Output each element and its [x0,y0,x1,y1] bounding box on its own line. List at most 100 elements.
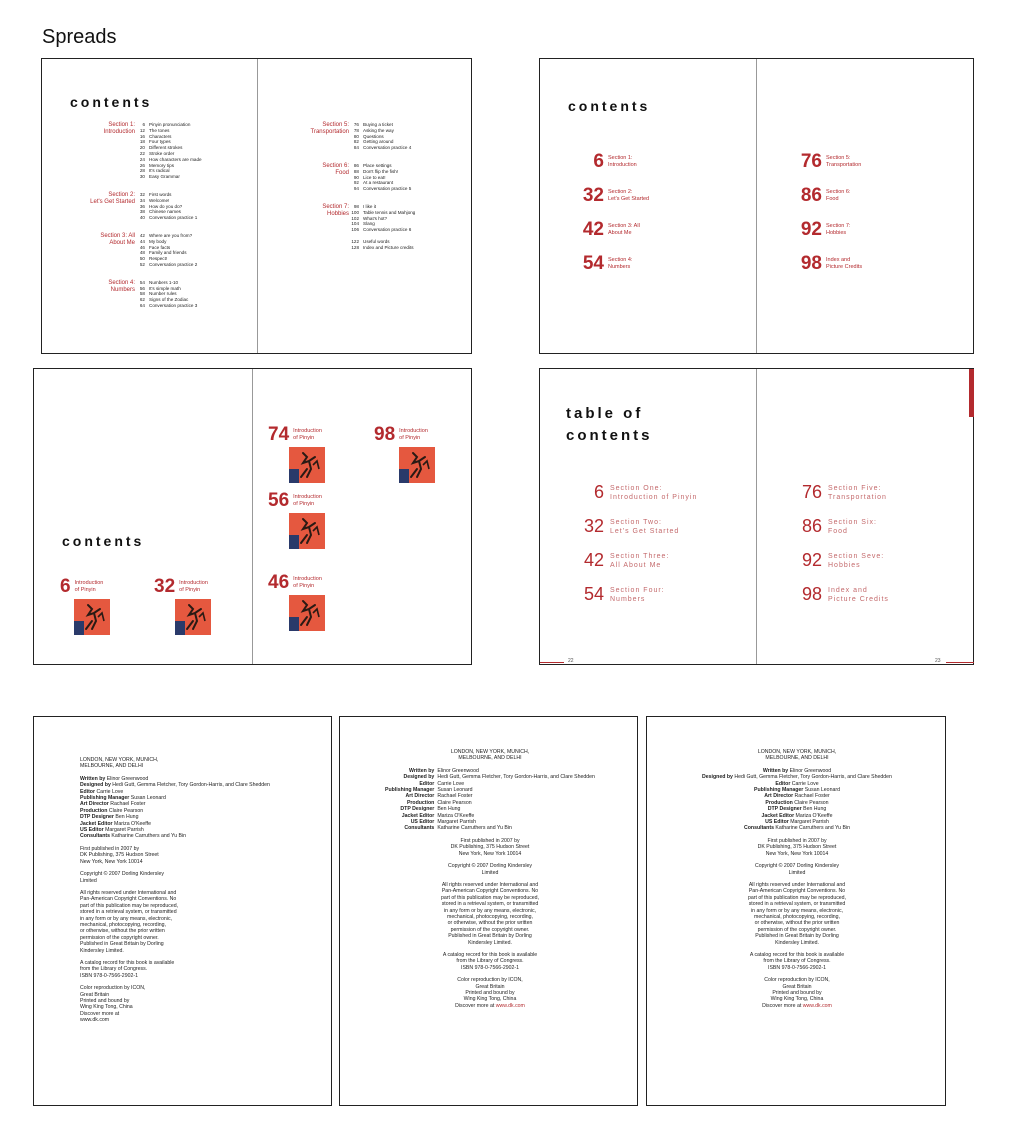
page-number: 74 [268,424,290,445]
section-rows: 32 First words 34 Welcome! 36 How do you do? 3… [132,192,197,221]
entry-title: Conversation practice 5 [363,186,412,192]
first-published: First published in 2007 by DK Publishing,… [380,838,600,857]
section-label: Section 6: Food [826,188,851,202]
page-number: 56 [268,490,290,511]
entry-title: What's hot? [363,215,388,221]
text-line: Kindersley Limited. [80,947,124,954]
credit-name: Claire Pearson [108,807,144,814]
contents-title: contents [70,94,153,110]
credit-name: Rachael Foster [794,793,830,800]
pinyin-thumbnail [289,447,325,483]
contents-row: 40 Conversation practice 1 [132,215,197,221]
contents-entry: 92 Section 7: Hobbies [780,219,851,240]
page-number: 32 [583,516,604,536]
discover-more: Discover more at www.dk.com [380,1003,600,1009]
first-published: First published in 2007 by DK Publishing,… [687,838,907,857]
imprint-text: LONDON, NEW YORK, MUNICH, MELBOURNE, AND … [80,757,300,1030]
contents-entry: 86 Section Six: Food [780,517,877,536]
credit-role: Art Director [80,801,111,808]
figure-illustration [300,600,320,626]
folio-rule-right [946,662,974,663]
section-label: Section Three: All About Me [610,552,670,569]
section-label: Section Six: Food [828,518,877,535]
credit-name: Carrie Love [96,788,124,795]
text-line: New York, New York 10014 [765,850,829,857]
credit-line: Consultants Katharine Carruthers and Yu … [687,825,907,831]
page-number: 46 [268,572,290,593]
credit-role: Production [80,807,109,814]
text-line: Limited [481,869,499,876]
figure-illustration [410,452,430,478]
section-name: Section 4: Numbers [108,279,135,293]
entry-title: Number rules [149,291,177,297]
entry-title: Lice to eat! [363,174,386,180]
contents-row: 84 Conversation practice 4 [346,145,411,151]
figure-illustration [85,604,105,630]
figure-illustration [300,452,320,478]
credit-name: Mariza O'Keeffe [114,820,151,827]
catalog-record: A catalog record for this book is availa… [380,952,600,971]
entry-title: How characters are made [149,156,202,162]
entry-title: Conversation practice 3 [149,302,198,308]
section-label: Section Two: Let's Get Started [610,518,680,535]
spread-gutter [257,59,258,353]
page-number: 92 [801,550,822,570]
entry-title: Slang [363,221,375,227]
spread-gutter [756,369,757,664]
discover-more: Discover more at www.dk.com [80,1011,300,1024]
contents-entry: 42 Section Three: All About Me [580,551,669,570]
pinyin-thumbnail [175,599,211,635]
credit-name: Susan Leonard [804,787,840,794]
credit-role: DTP Designer [767,806,804,813]
contents-entry: 46 Introduction of Pinyin [268,573,322,592]
entry-title: Pinyin pronunciation [149,122,191,127]
imprint-text: LONDON, NEW YORK, MUNICH, MELBOURNE, AND … [380,749,600,1015]
spread-4: table of contents 6 Section One: Introduc… [539,368,974,665]
entry-title: Asking the way [363,127,394,133]
credit-role: Production [765,799,795,806]
spread-1: contents Section 1: Introduction 6 Pinyin … [41,58,472,354]
imprint-text: LONDON, NEW YORK, MUNICH, MELBOURNE, AND … [687,749,907,1015]
page-number: 94 [353,186,359,192]
credit-role: Designed by [80,782,113,789]
credit-name: Katharine Carruthers and Yu Bin [775,825,850,832]
entry-title: Place settings [363,163,392,168]
section-label: Section 2: Let's Get Started [608,188,650,202]
folio-left: 22 [568,658,574,664]
credit-name: Carrie Love [791,780,819,787]
entry-title: Numbers 1-10 [149,279,179,285]
section-label: Introduction of Pinyin [293,427,322,441]
spread-gutter [756,59,757,353]
credit-line: Consultants Katharine Carruthers and Yu … [80,833,300,839]
section-name: Section 5: Transportation [310,122,349,135]
credit-name: Hedi Gutt, Gemma Fletcher, Tory Gordon-H… [112,782,270,789]
page-number: 92 [800,219,822,240]
page-number: 42 [583,550,604,570]
text-line: ISBN 978-0-7566-2902-1 [768,964,826,971]
contents-entry: 74 Introduction of Pinyin [268,425,322,444]
table-of-title: table of [566,405,644,422]
credit-role: Editor [775,780,792,787]
section-rows: 6 Pinyin pronunciation 12 The tones 16 Charac… [132,122,202,180]
copyright: Copyright © 2007 Dorling Kindersley Limit… [380,863,600,876]
contents-entry: 42 Section 3: All About Me [580,220,640,239]
text-line: Limited [80,877,97,884]
section-label: Section 1: Introduction [608,154,637,168]
section-label: Section Seve: Hobbies [828,552,885,569]
page-number: 32 [582,185,604,206]
contents-entry: 76 Section Five: Transportation [780,483,887,502]
copyright: Copyright © 2007 Dorling Kindersley Limit… [80,871,300,884]
contents-entry: 98 Index and Picture Credits [780,585,889,604]
entry-title: Conversation practice 1 [149,215,198,221]
contents-entry: 6 Introduction of Pinyin [60,577,103,596]
section-label: Section 7: Hobbies [826,222,851,236]
spread-2: contents 6 Section 1: Introduction 32 Secti… [539,58,974,354]
contents-title: contents [62,533,145,549]
text-line: Kindersley Limited. [468,939,512,946]
entry-title: Conversation practice 6 [363,227,412,233]
contents-entry: 98 Index and Picture Credits [780,254,862,273]
dk-link: www.dk.com [802,1002,832,1009]
color-reproduction: Color reproduction by ICON, Great Britain… [687,977,907,1003]
color-reproduction: Color reproduction by ICON, Great Britain… [380,977,600,1003]
credit-name: Elinor Greenwood [789,767,832,774]
